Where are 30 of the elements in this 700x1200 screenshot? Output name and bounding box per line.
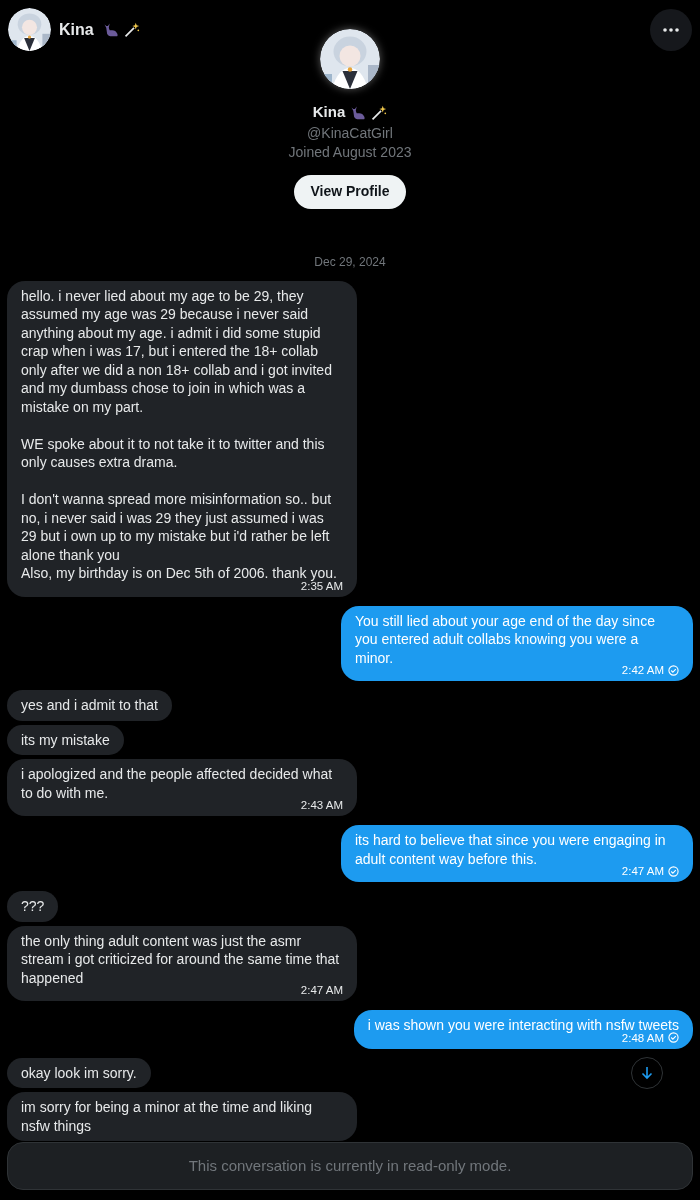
message-text: You still lied about your age end of the day since you entered adult collabs knowing you were a minor.: [355, 611, 656, 666]
user-name: Kina: [59, 19, 94, 40]
message-text: its my mistake: [21, 730, 110, 749]
read-check-icon: [668, 865, 679, 877]
message-time: 2:35 AM: [300, 579, 343, 593]
message-time: 2:47 AM: [300, 983, 343, 997]
scroll-down-button[interactable]: [631, 1057, 663, 1089]
message-text: yes and i admit to that: [21, 696, 158, 715]
message-text: im sorry for being a minor at the time and liking nsfw things: [21, 1098, 313, 1135]
message-time: 2:43 AM: [300, 798, 343, 812]
profile-name: Kina: [312, 102, 346, 122]
message-text: the only thing adult content was just the asmr stream i got criticized for around the same time that happened: [21, 931, 341, 986]
message-text: ???: [21, 897, 45, 916]
message-text: its hard to believe that since you were engaging in adult content way before this.: [355, 831, 667, 867]
join-date: Joined August 2023: [288, 142, 412, 162]
date-divider: Dec 29, 2024: [314, 253, 386, 271]
read-check-icon: [668, 664, 679, 676]
wand-icon: [122, 21, 140, 38]
read-only-notice: This conversation is currently in read-only mode.: [7, 1142, 693, 1190]
user-handle: @KinaCatGirl: [307, 123, 393, 143]
wand-icon: [370, 103, 388, 121]
read-check-icon: [668, 1032, 679, 1043]
more-icon: [663, 27, 679, 32]
down-arrow-icon: [640, 1066, 654, 1080]
message-text: i apologized and the people affected decided what to do with me.: [21, 765, 334, 801]
message-time: 2:47 AM: [621, 864, 664, 878]
view-profile-button[interactable]: View Profile: [294, 174, 406, 209]
message-text: hello. i never lied about my age to be 29, they assumed my age was 29 because i never said anything about my age. i admit i did some stupid crap when i was 17, but i entered the 18+ collab only after we did a non 18+ collab and i got invited and my dumbass chose to join in which was a mistake on my part. WE spoke about it to not take it to twitter and this only causes extra drama. I don't wanna spread more misinformation so.. but no, i never said i was 29 they just assumed i was 29 but i own up to my mistake but i'd rather be left alone thank you Also, my birthday is on Dec 5th of 2006. thank you.: [21, 286, 338, 581]
message-text: okay look im sorry.: [21, 1063, 137, 1082]
message-time: 2:42 AM: [621, 663, 664, 677]
